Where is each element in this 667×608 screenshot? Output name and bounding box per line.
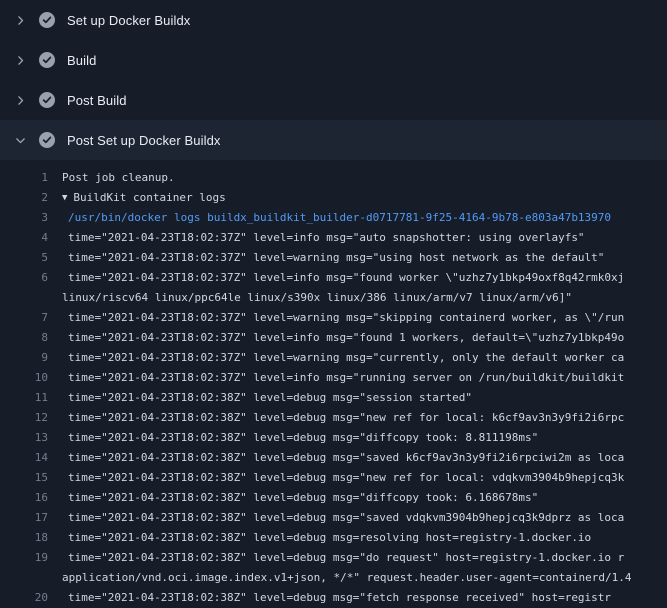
- line-number[interactable]: 16: [0, 488, 62, 508]
- log-line: 1Post job cleanup.: [0, 168, 667, 188]
- section-label: Set up Docker Buildx: [67, 13, 190, 28]
- log-text: linux/riscv64 linux/ppc64le linux/s390x …: [62, 288, 572, 308]
- line-number[interactable]: 14: [0, 448, 62, 468]
- section-header-post-set-up-docker-buildx[interactable]: Post Set up Docker Buildx: [0, 120, 667, 160]
- log-line: 7time="2021-04-23T18:02:37Z" level=warni…: [0, 308, 667, 328]
- line-number[interactable]: 5: [0, 248, 62, 268]
- chevron-right-icon: [14, 94, 27, 107]
- section-label: Post Build: [67, 93, 127, 108]
- log-text: time="2021-04-23T18:02:38Z" level=debug …: [62, 528, 591, 548]
- log-text: time="2021-04-23T18:02:37Z" level=warnin…: [62, 248, 604, 268]
- log-line: 16time="2021-04-23T18:02:38Z" level=debu…: [0, 488, 667, 508]
- log-line: 11time="2021-04-23T18:02:38Z" level=debu…: [0, 388, 667, 408]
- log-text: time="2021-04-23T18:02:37Z" level=warnin…: [62, 308, 624, 328]
- log-line: 15time="2021-04-23T18:02:38Z" level=debu…: [0, 468, 667, 488]
- log-text: time="2021-04-23T18:02:37Z" level=info m…: [62, 268, 624, 288]
- log-text: time="2021-04-23T18:02:38Z" level=debug …: [62, 408, 624, 428]
- log-line: 10time="2021-04-23T18:02:37Z" level=info…: [0, 368, 667, 388]
- section-header-build[interactable]: Build: [0, 40, 667, 80]
- line-number[interactable]: 18: [0, 528, 62, 548]
- line-number[interactable]: 11: [0, 388, 62, 408]
- log-text: time="2021-04-23T18:02:38Z" level=debug …: [62, 388, 472, 408]
- log-command-text: /usr/bin/docker logs buildx_buildkit_bui…: [62, 208, 611, 228]
- line-number[interactable]: 4: [0, 228, 62, 248]
- log-line: 8time="2021-04-23T18:02:37Z" level=info …: [0, 328, 667, 348]
- line-number[interactable]: 7: [0, 308, 62, 328]
- check-circle-icon: [39, 12, 55, 28]
- line-number: [0, 288, 62, 308]
- log-line: 13time="2021-04-23T18:02:38Z" level=debu…: [0, 428, 667, 448]
- log-area: 1Post job cleanup.2▼BuildKit container l…: [0, 160, 667, 608]
- log-line: 19time="2021-04-23T18:02:38Z" level=debu…: [0, 548, 667, 568]
- line-number[interactable]: 6: [0, 268, 62, 288]
- chevron-down-icon: [14, 134, 27, 147]
- log-line: 2▼BuildKit container logs: [0, 188, 667, 208]
- log-text: Post job cleanup.: [62, 168, 175, 188]
- line-number[interactable]: 20: [0, 588, 62, 608]
- line-number[interactable]: 8: [0, 328, 62, 348]
- log-line: 17time="2021-04-23T18:02:38Z" level=debu…: [0, 508, 667, 528]
- log-line: 6time="2021-04-23T18:02:37Z" level=info …: [0, 268, 667, 288]
- workflow-log-viewer: Set up Docker Buildx Build Post Build Post …: [0, 0, 667, 608]
- line-number: [0, 568, 62, 588]
- group-caret-icon: ▼: [62, 188, 67, 208]
- log-line: 14time="2021-04-23T18:02:38Z" level=debu…: [0, 448, 667, 468]
- section-header-set-up-docker-buildx[interactable]: Set up Docker Buildx: [0, 0, 667, 40]
- log-text: time="2021-04-23T18:02:38Z" level=debug …: [62, 428, 538, 448]
- section-label: Post Set up Docker Buildx: [67, 133, 221, 148]
- check-circle-icon: [39, 132, 55, 148]
- log-line: 12time="2021-04-23T18:02:38Z" level=debu…: [0, 408, 667, 428]
- step-sections: Set up Docker Buildx Build Post Build Post …: [0, 0, 667, 160]
- log-text: time="2021-04-23T18:02:37Z" level=info m…: [62, 228, 585, 248]
- log-line: 20time="2021-04-23T18:02:38Z" level=debu…: [0, 588, 667, 608]
- chevron-right-icon: [14, 54, 27, 67]
- line-number[interactable]: 9: [0, 348, 62, 368]
- log-line: 18time="2021-04-23T18:02:38Z" level=debu…: [0, 528, 667, 548]
- line-number[interactable]: 12: [0, 408, 62, 428]
- log-text: time="2021-04-23T18:02:37Z" level=warnin…: [62, 348, 624, 368]
- line-number[interactable]: 3: [0, 208, 62, 228]
- log-text: application/vnd.oci.image.index.v1+json,…: [62, 568, 632, 588]
- log-text: time="2021-04-23T18:02:37Z" level=info m…: [62, 328, 624, 348]
- log-text: time="2021-04-23T18:02:37Z" level=info m…: [62, 368, 624, 388]
- log-line: 4time="2021-04-23T18:02:37Z" level=info …: [0, 228, 667, 248]
- log-text: time="2021-04-23T18:02:38Z" level=debug …: [62, 488, 538, 508]
- log-group-toggle[interactable]: ▼BuildKit container logs: [62, 188, 226, 208]
- log-line-continuation: linux/riscv64 linux/ppc64le linux/s390x …: [0, 288, 667, 308]
- check-circle-icon: [39, 92, 55, 108]
- line-number[interactable]: 19: [0, 548, 62, 568]
- line-number[interactable]: 10: [0, 368, 62, 388]
- line-number[interactable]: 2: [0, 188, 62, 208]
- line-number[interactable]: 13: [0, 428, 62, 448]
- line-number[interactable]: 15: [0, 468, 62, 488]
- section-label: Build: [67, 53, 96, 68]
- log-line: 5time="2021-04-23T18:02:37Z" level=warni…: [0, 248, 667, 268]
- section-header-post-build[interactable]: Post Build: [0, 80, 667, 120]
- check-circle-icon: [39, 52, 55, 68]
- log-text: time="2021-04-23T18:02:38Z" level=debug …: [62, 448, 624, 468]
- log-line-continuation: application/vnd.oci.image.index.v1+json,…: [0, 568, 667, 588]
- chevron-right-icon: [14, 14, 27, 27]
- log-line: 3/usr/bin/docker logs buildx_buildkit_bu…: [0, 208, 667, 228]
- log-text: time="2021-04-23T18:02:38Z" level=debug …: [62, 548, 624, 568]
- log-text: time="2021-04-23T18:02:38Z" level=debug …: [62, 508, 624, 528]
- line-number[interactable]: 1: [0, 168, 62, 188]
- log-text: time="2021-04-23T18:02:38Z" level=debug …: [62, 588, 611, 608]
- line-number[interactable]: 17: [0, 508, 62, 528]
- log-text: time="2021-04-23T18:02:38Z" level=debug …: [62, 468, 624, 488]
- log-line: 9time="2021-04-23T18:02:37Z" level=warni…: [0, 348, 667, 368]
